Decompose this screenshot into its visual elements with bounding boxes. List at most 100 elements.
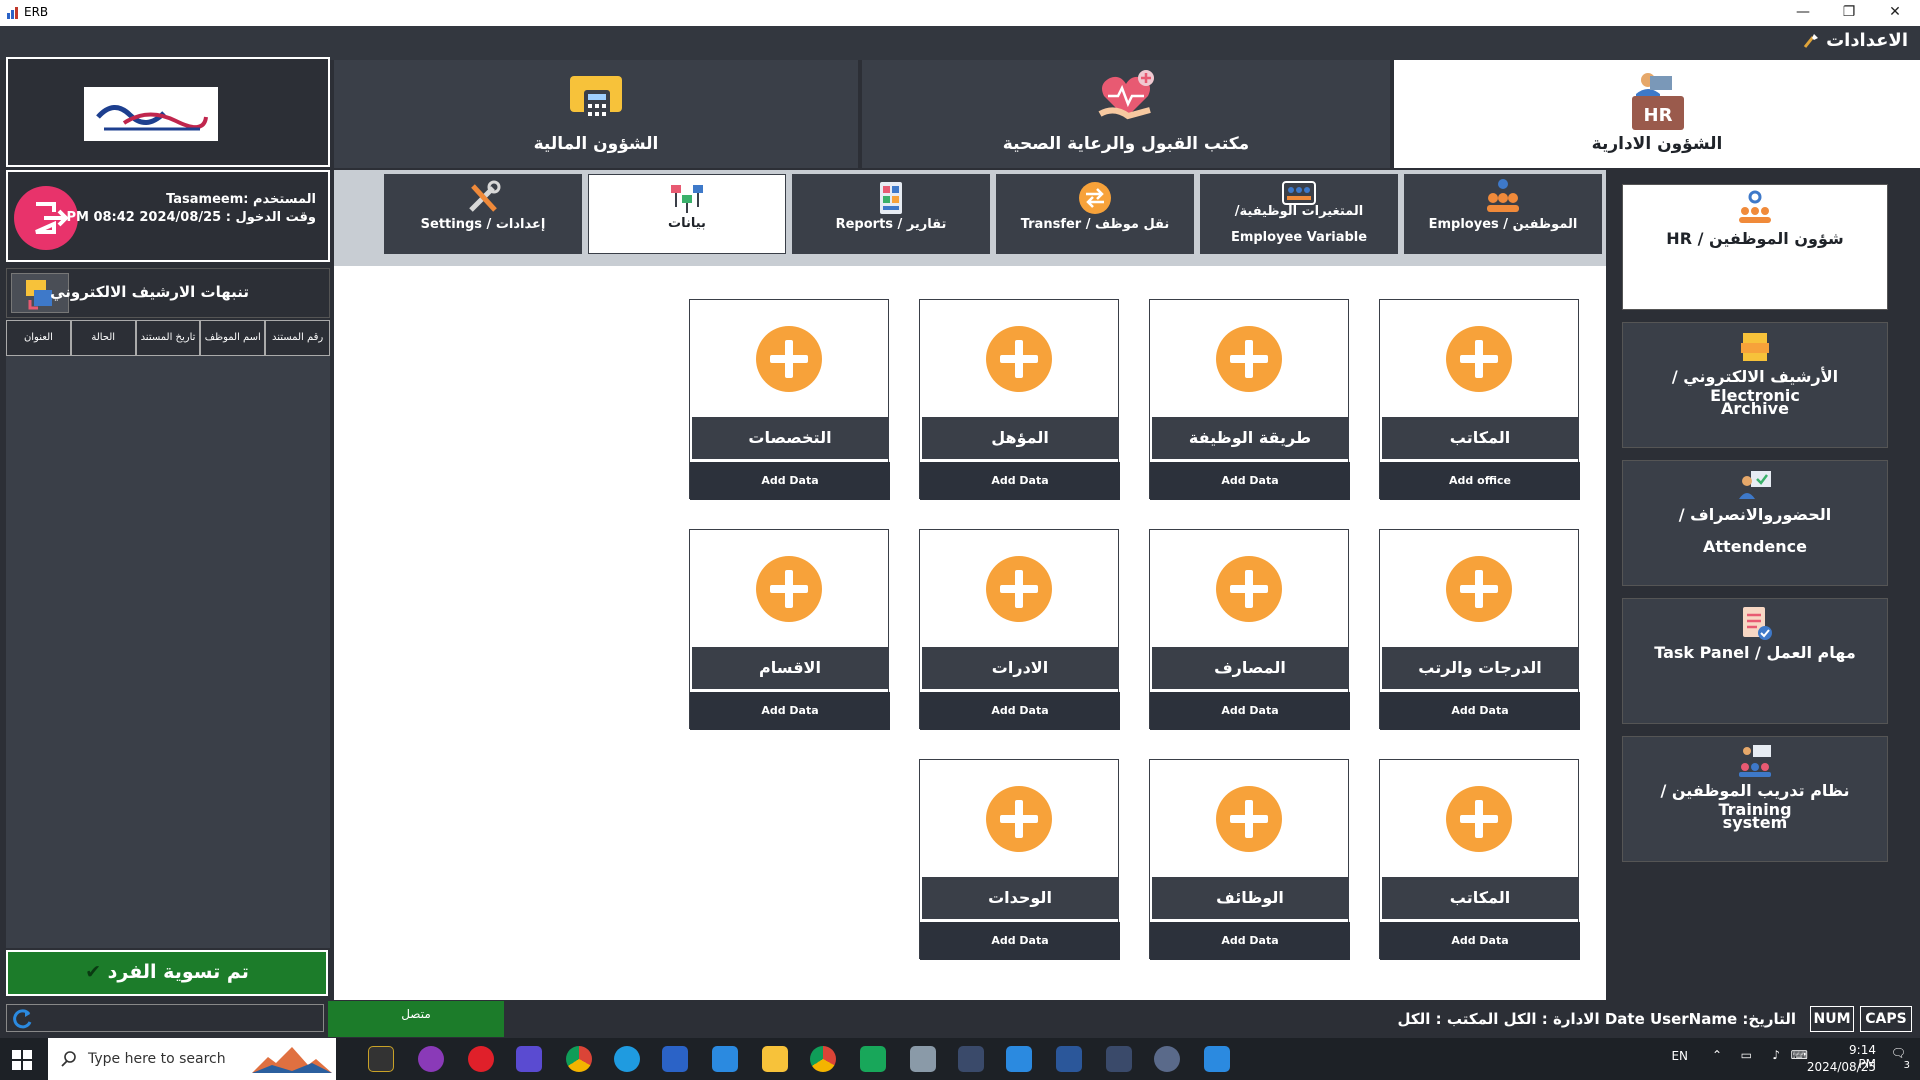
close-button[interactable]: ✕: [1872, 0, 1918, 26]
opera-icon[interactable]: [468, 1046, 494, 1072]
subtab-settings[interactable]: إعدادات / Settings: [384, 174, 582, 254]
card-action[interactable]: Add Data: [1150, 922, 1350, 960]
app-logo-icon: [7, 7, 18, 19]
taskbar-app-satellite-icon[interactable]: [1154, 1046, 1180, 1072]
card-offices[interactable]: المكاتب Add office: [1379, 299, 1580, 500]
card-banks[interactable]: المصارف Add Data: [1149, 529, 1350, 730]
taskbar-search[interactable]: Type here to search: [48, 1038, 336, 1080]
username-label: المستخدم :Tasameem: [166, 192, 316, 207]
archive-table-header: رقم المستند اسم الموظف تاريخ المستند الح…: [6, 320, 330, 356]
subtab-label: المتغيرات الوظيفية/: [1234, 204, 1364, 219]
nav-hr-affairs[interactable]: شؤون الموظفين / HR: [1622, 184, 1888, 310]
taskbar-app-blue-icon[interactable]: [516, 1046, 542, 1072]
add-icon: [986, 326, 1052, 392]
column-header[interactable]: رقم المستند: [265, 320, 330, 356]
add-icon: [1446, 786, 1512, 852]
card-action[interactable]: Add Data: [1150, 462, 1350, 500]
subtab-data[interactable]: بيانات: [588, 174, 786, 254]
module-tab-finance[interactable]: الشؤون المالية: [334, 60, 858, 168]
module-label: مكتب القبول والرعاية الصحية: [1002, 134, 1250, 154]
user-panel: المستخدم :Tasameem وقت الدخول : PM 08:42…: [6, 170, 330, 262]
card-action[interactable]: Add Data: [920, 692, 1120, 730]
column-header[interactable]: تاريخ المستند: [135, 320, 201, 356]
subtab-reports[interactable]: تقارير / Reports: [792, 174, 990, 254]
card-action[interactable]: Add Data: [1150, 692, 1350, 730]
notification-icon[interactable]: 🗨: [1891, 1046, 1906, 1060]
card-action[interactable]: Add Data: [920, 462, 1120, 500]
window-titlebar: ERB — ❐ ✕: [0, 0, 1920, 26]
edge-icon[interactable]: [614, 1046, 640, 1072]
language-indicator[interactable]: EN: [1671, 1049, 1688, 1063]
card-action[interactable]: Add office: [1380, 462, 1580, 500]
subtab-label: تقارير / Reports: [835, 217, 947, 232]
add-icon: [986, 556, 1052, 622]
nav-task-panel[interactable]: مهام العمل / Task Panel: [1622, 598, 1888, 724]
file-explorer-icon[interactable]: [762, 1046, 788, 1072]
minimize-button[interactable]: —: [1780, 0, 1826, 26]
column-header[interactable]: العنوان: [6, 320, 71, 356]
chrome-profile-icon[interactable]: [810, 1046, 836, 1072]
nav-label: الحضوروالانصراف /: [1678, 505, 1832, 524]
card-title: الادرات: [922, 647, 1118, 689]
settle-button[interactable]: تم تسوية الفرد ✔: [6, 950, 328, 996]
card-job-method[interactable]: طريقة الوظيفة Add Data: [1149, 299, 1350, 500]
keyboard-icon[interactable]: ⌨: [1791, 1048, 1808, 1062]
card-title: الوظائف: [1152, 877, 1348, 919]
card-units[interactable]: الوحدات Add Data: [919, 759, 1120, 960]
taskbar-app-c-icon[interactable]: [418, 1046, 444, 1072]
card-title: المؤهل: [922, 417, 1118, 459]
card-specializations[interactable]: التخصصات Add Data: [689, 299, 890, 500]
archive-alerts-list[interactable]: [6, 356, 330, 948]
nav-electronic-archive[interactable]: الأرشيف الالكتروني / Electronic Archive: [1622, 322, 1888, 448]
module-tab-hr[interactable]: HR الشؤون الادارية: [1394, 60, 1920, 168]
chevron-up-icon[interactable]: ⌃: [1712, 1048, 1722, 1062]
card-action[interactable]: Add Data: [1380, 692, 1580, 730]
transfer-icon: [1079, 182, 1111, 214]
erb-app-active-icon[interactable]: [1106, 1046, 1132, 1072]
settings-menu[interactable]: الاعدادات: [1802, 30, 1908, 51]
card-action[interactable]: Add Data: [690, 462, 890, 500]
card-action[interactable]: Add Data: [690, 692, 890, 730]
card-offices-2[interactable]: المكاتب Add Data: [1379, 759, 1580, 960]
maximize-button[interactable]: ❐: [1826, 0, 1872, 26]
subtab-employees[interactable]: الموظفين / Employes: [1404, 174, 1602, 254]
card-qualification[interactable]: المؤهل Add Data: [919, 299, 1120, 500]
volume-icon[interactable]: ♪: [1772, 1048, 1780, 1062]
nav-attendance[interactable]: الحضوروالانصراف / Attendence: [1622, 460, 1888, 586]
subtab-transfer[interactable]: نقل موظف / Transfer: [996, 174, 1194, 254]
clock-date[interactable]: 2024/08/25: [1807, 1060, 1876, 1074]
taskbar-app-window-icon[interactable]: [1006, 1046, 1032, 1072]
word-icon[interactable]: [1056, 1046, 1082, 1072]
card-title: الوحدات: [922, 877, 1118, 919]
taskbar-app-tool-icon[interactable]: [910, 1046, 936, 1072]
mail-icon[interactable]: [712, 1046, 738, 1072]
windows-start-icon[interactable]: [12, 1050, 32, 1070]
card-departments[interactable]: الادرات Add Data: [919, 529, 1120, 730]
nav-training-system[interactable]: نظام تدريب الموظفين / Training system: [1622, 736, 1888, 862]
add-icon: [1216, 326, 1282, 392]
card-grades-ranks[interactable]: الدرجات والرتب Add Data: [1379, 529, 1580, 730]
column-header[interactable]: الحالة: [70, 320, 136, 356]
erb-app-icon[interactable]: [662, 1046, 688, 1072]
training-icon: [1739, 745, 1771, 777]
card-jobs[interactable]: الوظائف Add Data: [1149, 759, 1350, 960]
column-header[interactable]: اسم الموظف: [200, 320, 266, 356]
module-tab-healthcare[interactable]: مكتب القبول والرعاية الصحية: [862, 60, 1390, 168]
taskbar-app-photos-icon[interactable]: [1204, 1046, 1230, 1072]
network-icon[interactable]: ▭: [1741, 1048, 1752, 1062]
window-title: ERB: [24, 5, 49, 19]
refresh-icon[interactable]: [9, 1006, 35, 1032]
calculator-icon[interactable]: [958, 1046, 984, 1072]
card-sections[interactable]: الاقسام Add Data: [689, 529, 890, 730]
taskbar-app-ms-icon[interactable]: [368, 1046, 394, 1072]
status-bar: متصل التاريخ: Date UserName الادارة : ال…: [0, 1000, 1920, 1038]
subtab-employee-variable[interactable]: المتغيرات الوظيفية/ Employee Variable: [1200, 174, 1398, 254]
healthcare-icon: [1098, 70, 1154, 120]
chrome-icon[interactable]: [566, 1046, 592, 1072]
card-action[interactable]: Add Data: [1380, 922, 1580, 960]
card-title: الدرجات والرتب: [1382, 647, 1578, 689]
card-action[interactable]: Add Data: [920, 922, 1120, 960]
search-icon: [61, 1051, 76, 1067]
taskbar-app-green-icon[interactable]: [860, 1046, 886, 1072]
settings-tools-icon: [469, 180, 501, 212]
